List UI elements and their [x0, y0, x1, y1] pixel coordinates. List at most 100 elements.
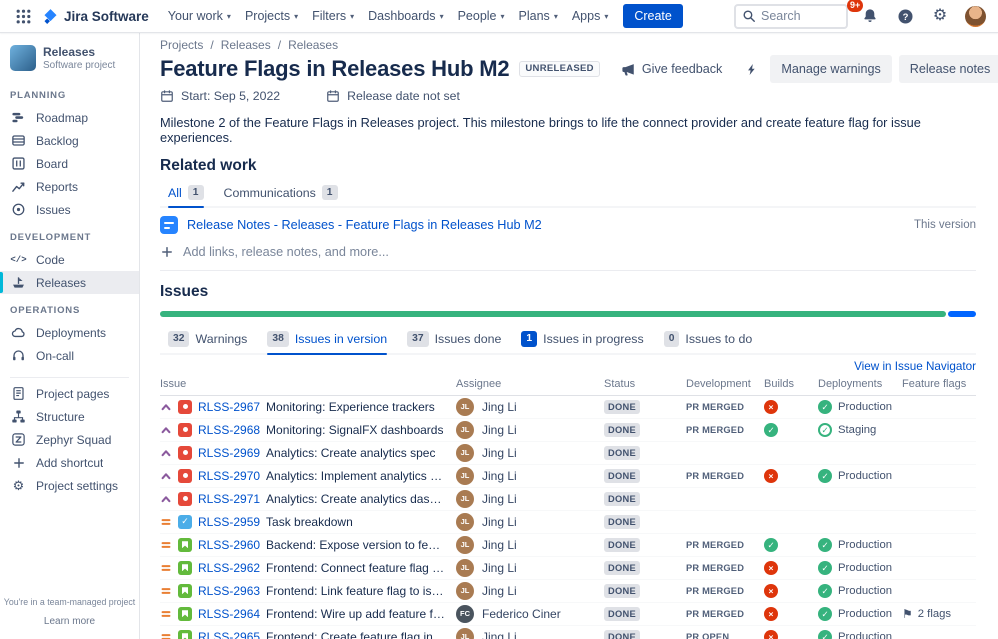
- build-failed-icon[interactable]: ×: [764, 629, 778, 639]
- tab-count-badge: 1: [187, 185, 204, 201]
- deployment-status-icon[interactable]: ✓: [818, 468, 832, 483]
- issue-summary-link[interactable]: Analytics: Create analytics dashboards: [266, 492, 446, 506]
- related-tab-all[interactable]: All 1: [160, 181, 212, 209]
- sidebar-item-project-settings[interactable]: ⚙ Project settings: [0, 474, 139, 497]
- issue-key-link[interactable]: RLSS-2963: [198, 584, 260, 598]
- issue-summary-link[interactable]: Frontend: Wire up add feature flag butto…: [266, 607, 446, 621]
- development-status[interactable]: PR MERGED: [686, 563, 744, 573]
- project-header[interactable]: Releases Software project: [0, 43, 139, 79]
- sidebar-item-deployments[interactable]: Deployments: [0, 321, 139, 344]
- issue-key-link[interactable]: RLSS-2968: [198, 423, 260, 437]
- nav-menu-filters[interactable]: Filters ▾: [305, 3, 361, 29]
- app-switcher-button[interactable]: [10, 3, 36, 29]
- sidebar-item-reports[interactable]: Reports: [0, 175, 139, 198]
- tab-label: Warnings: [195, 332, 248, 347]
- sidebar-item-issues[interactable]: Issues: [0, 198, 139, 221]
- learn-more-link[interactable]: Learn more: [44, 616, 95, 627]
- issue-summary-link[interactable]: Analytics: Create analytics spec: [266, 446, 435, 460]
- deployment-status-icon[interactable]: ✓: [818, 399, 832, 414]
- sidebar-item-add-shortcut[interactable]: Add shortcut: [0, 451, 139, 474]
- nav-menu-plans[interactable]: Plans ▾: [512, 3, 565, 29]
- build-passed-icon[interactable]: ✓: [764, 422, 778, 437]
- development-status[interactable]: PR MERGED: [686, 402, 744, 412]
- notifications-button[interactable]: 9+: [847, 0, 883, 29]
- build-failed-icon[interactable]: ×: [764, 468, 778, 483]
- release-date[interactable]: Release date not set: [326, 89, 460, 103]
- search-box[interactable]: [734, 3, 848, 29]
- help-button[interactable]: ?: [892, 3, 918, 29]
- feature-flags-count[interactable]: 2 flags: [918, 608, 951, 620]
- profile-button[interactable]: [962, 3, 988, 29]
- sidebar-item-roadmap[interactable]: Roadmap: [0, 106, 139, 129]
- issues-tab-issues-done[interactable]: 37 Issues done: [399, 327, 509, 352]
- build-failed-icon[interactable]: ×: [764, 399, 778, 414]
- release-notes-link[interactable]: Release Notes - Releases - Feature Flags…: [187, 218, 542, 232]
- development-status[interactable]: PR MERGED: [686, 471, 744, 481]
- automation-button[interactable]: [740, 55, 763, 83]
- sidebar-item-structure[interactable]: Structure: [0, 405, 139, 428]
- view-in-issue-navigator-link[interactable]: View in Issue Navigator: [854, 360, 976, 373]
- sidebar-item-board[interactable]: Board: [0, 152, 139, 175]
- development-status[interactable]: PR MERGED: [686, 586, 744, 596]
- sidebar-item-zephyr-squad[interactable]: Zephyr Squad: [0, 428, 139, 451]
- development-status[interactable]: PR OPEN: [686, 632, 729, 639]
- issue-summary-link[interactable]: Frontend: Connect feature flag tool sect…: [266, 561, 446, 575]
- settings-button[interactable]: ⚙: [927, 3, 953, 29]
- issue-summary-link[interactable]: Frontend: Create feature flag in provide…: [266, 630, 446, 639]
- issue-key-link[interactable]: RLSS-2970: [198, 469, 260, 483]
- deployment-status-icon[interactable]: ✓: [818, 537, 832, 552]
- manage-warnings-button[interactable]: Manage warnings: [770, 55, 892, 83]
- nav-menu-projects[interactable]: Projects ▾: [238, 3, 305, 29]
- issue-summary-link[interactable]: Task breakdown: [266, 515, 353, 529]
- issue-key-link[interactable]: RLSS-2962: [198, 561, 260, 575]
- breadcrumb-link[interactable]: Projects: [160, 38, 203, 52]
- nav-menu-label: Projects: [244, 9, 291, 23]
- build-failed-icon[interactable]: ×: [764, 606, 778, 621]
- issue-key-link[interactable]: RLSS-2960: [198, 538, 260, 552]
- sidebar-item-code[interactable]: </> Code: [0, 248, 139, 271]
- development-status[interactable]: PR MERGED: [686, 609, 744, 619]
- nav-menu-your-work[interactable]: Your work ▾: [161, 3, 238, 29]
- issues-tab-issues-to-do[interactable]: 0 Issues to do: [656, 327, 761, 352]
- sidebar-item-project-pages[interactable]: Project pages: [0, 382, 139, 405]
- issue-key-link[interactable]: RLSS-2969: [198, 446, 260, 460]
- nav-menu-people[interactable]: People ▾: [451, 3, 512, 29]
- related-tab-communications[interactable]: Communications 1: [216, 181, 346, 206]
- nav-menu-dashboards[interactable]: Dashboards ▾: [361, 3, 450, 29]
- issue-summary-link[interactable]: Frontend: Link feature flag to issues se…: [266, 584, 446, 598]
- issue-key-link[interactable]: RLSS-2964: [198, 607, 260, 621]
- sidebar-item-on-call[interactable]: On-call: [0, 344, 139, 367]
- issue-key-link[interactable]: RLSS-2959: [198, 515, 260, 529]
- development-status[interactable]: PR MERGED: [686, 540, 744, 550]
- issue-summary-link[interactable]: Monitoring: Experience trackers: [266, 400, 435, 414]
- issue-summary-link[interactable]: Analytics: Implement analytics spec: [266, 469, 446, 483]
- issue-summary-link[interactable]: Backend: Expose version to feature flag …: [266, 538, 446, 552]
- jira-logo[interactable]: Jira Software: [38, 8, 159, 25]
- issue-key-link[interactable]: RLSS-2965: [198, 630, 260, 639]
- create-button[interactable]: Create: [623, 4, 683, 28]
- build-passed-icon[interactable]: ✓: [764, 537, 778, 552]
- deployment-status-icon[interactable]: ✓: [818, 560, 832, 575]
- search-input[interactable]: [761, 9, 837, 23]
- issues-tab-issues-in-version[interactable]: 38 Issues in version: [259, 327, 395, 356]
- deployment-status-icon[interactable]: ✓: [818, 606, 832, 621]
- issue-summary-link[interactable]: Monitoring: SignalFX dashboards: [266, 423, 443, 437]
- deployment-status-icon[interactable]: ✓: [818, 583, 832, 598]
- issue-key-link[interactable]: RLSS-2971: [198, 492, 260, 506]
- development-status[interactable]: PR MERGED: [686, 425, 744, 435]
- build-failed-icon[interactable]: ×: [764, 560, 778, 575]
- nav-menu-apps[interactable]: Apps ▾: [565, 3, 616, 29]
- build-failed-icon[interactable]: ×: [764, 583, 778, 598]
- sidebar-item-releases[interactable]: Releases: [0, 271, 139, 294]
- deployment-status-icon[interactable]: ✓: [818, 629, 832, 639]
- issue-key-link[interactable]: RLSS-2967: [198, 400, 260, 414]
- add-links-row[interactable]: Add links, release notes, and more...: [160, 240, 976, 272]
- breadcrumb-link[interactable]: Releases: [221, 38, 271, 52]
- deployment-status-icon[interactable]: ✓: [818, 422, 832, 437]
- breadcrumb-link[interactable]: Releases: [288, 38, 338, 52]
- issues-tab-warnings[interactable]: 32 Warnings: [160, 327, 255, 352]
- issues-tab-issues-in-progress[interactable]: 1 Issues in progress: [513, 327, 651, 352]
- release-notes-button[interactable]: Release notes: [898, 55, 998, 83]
- give-feedback-button[interactable]: Give feedback: [610, 55, 734, 83]
- sidebar-item-backlog[interactable]: Backlog: [0, 129, 139, 152]
